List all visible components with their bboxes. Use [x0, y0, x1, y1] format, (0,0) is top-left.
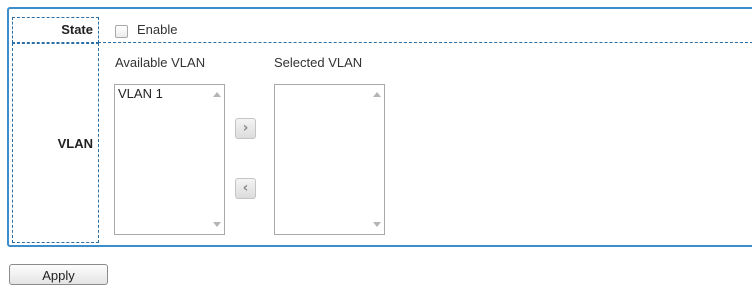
available-vlan-title: Available VLAN: [115, 55, 206, 70]
scroll-up-icon[interactable]: [373, 92, 381, 97]
chevron-right-icon: ›: [242, 120, 249, 136]
scroll-up-icon[interactable]: [213, 92, 221, 97]
chevron-left-icon: ‹: [242, 180, 249, 196]
available-vlan-list[interactable]: VLAN 1: [114, 84, 225, 235]
enable-label[interactable]: Enable: [137, 22, 177, 37]
enable-checkbox[interactable]: [115, 25, 128, 38]
apply-button[interactable]: Apply: [9, 264, 108, 285]
available-vlan-scrollbar[interactable]: [208, 85, 224, 234]
vlan-label: VLAN: [57, 136, 93, 151]
selected-vlan-title: Selected VLAN: [274, 55, 363, 70]
selected-vlan-scrollbar[interactable]: [368, 85, 384, 234]
state-value-cell: [98, 17, 752, 43]
selected-vlan-list[interactable]: [274, 84, 385, 235]
state-label: State: [61, 22, 93, 37]
add-vlan-button[interactable]: ›: [235, 118, 256, 139]
remove-vlan-button[interactable]: ‹: [235, 178, 256, 199]
available-vlan-item[interactable]: VLAN 1: [118, 86, 163, 101]
scroll-down-icon[interactable]: [213, 222, 221, 227]
scroll-down-icon[interactable]: [373, 222, 381, 227]
